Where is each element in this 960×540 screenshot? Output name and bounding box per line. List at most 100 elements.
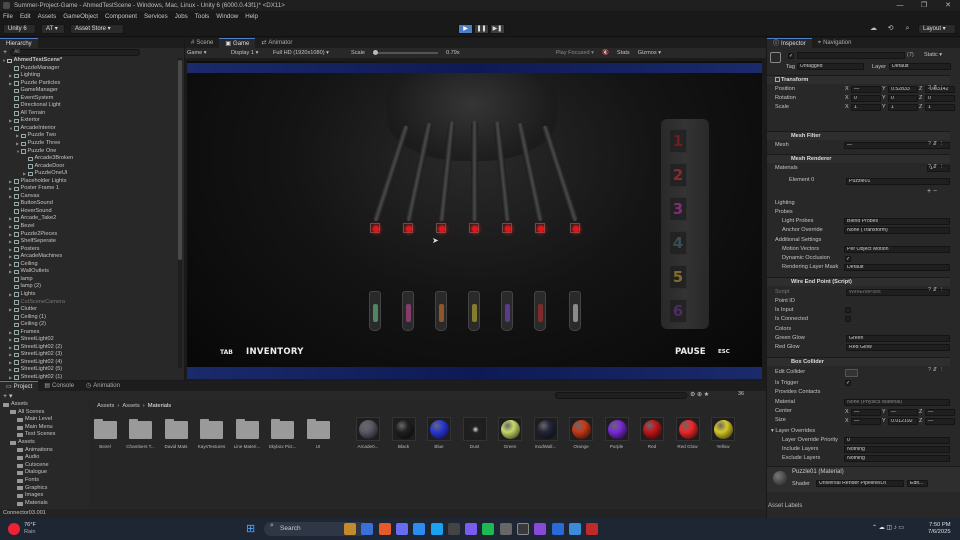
- hierarchy-item[interactable]: lamp: [2, 276, 184, 284]
- transform-pos-x-field[interactable]: —: [851, 86, 881, 93]
- history-icon[interactable]: ⟲: [886, 25, 895, 33]
- project-folder-item[interactable]: Test Scenes: [0, 431, 88, 439]
- material-asset[interactable]: Yellow: [708, 417, 738, 449]
- led-indicator[interactable]: [570, 223, 580, 233]
- led-indicator[interactable]: [436, 223, 446, 233]
- hierarchy-item[interactable]: ▶ StreetLight02 (4): [2, 359, 184, 367]
- is-trigger-checkbox[interactable]: ✓: [845, 380, 851, 386]
- weather-widget[interactable]: 76°F Rain: [24, 522, 36, 536]
- hierarchy-item[interactable]: ▶ Posters: [2, 246, 184, 254]
- layer-overrides-foldout[interactable]: ▾ Layer Overrides: [767, 427, 950, 436]
- is-input-checkbox[interactable]: [845, 307, 851, 313]
- folder-asset[interactable]: Chambers T...: [126, 417, 156, 449]
- edge-icon[interactable]: [361, 523, 374, 535]
- component-menu-icons[interactable]: ? ⇵ ⋮: [928, 367, 945, 373]
- led-indicator[interactable]: [469, 223, 479, 233]
- static-dropdown[interactable]: Static ▾: [924, 52, 942, 58]
- hierarchy-item[interactable]: ▶ Lights: [2, 291, 184, 299]
- transform-scl-x-field[interactable]: 1: [851, 104, 881, 111]
- hierarchy-item[interactable]: Directional Light: [2, 102, 184, 110]
- hierarchy-item[interactable]: ▶ Canvas: [2, 193, 184, 201]
- project-folder-item[interactable]: Animations: [0, 447, 88, 455]
- hierarchy-item[interactable]: ▶ ArcadeMachines: [2, 253, 184, 261]
- hierarchy-item[interactable]: ▶ Puzzle Particles: [2, 80, 184, 88]
- close-button[interactable]: ✕: [936, 0, 960, 11]
- outlook-icon[interactable]: [413, 523, 426, 535]
- resolution-dropdown[interactable]: Full HD (1920x1080) ▾: [273, 50, 343, 56]
- probes-foldout[interactable]: Probes: [767, 208, 950, 217]
- rendering-layer-dropdown[interactable]: Default: [844, 264, 950, 271]
- menu-edit[interactable]: Edit: [20, 13, 31, 20]
- project-folder-item[interactable]: Assets: [0, 439, 88, 447]
- menu-file[interactable]: File: [3, 13, 13, 20]
- menu-component[interactable]: Component: [105, 13, 137, 20]
- collider-size-x-field[interactable]: —: [851, 418, 881, 425]
- hierarchy-item[interactable]: CutSceneCamera: [2, 299, 184, 307]
- folder-asset[interactable]: David Mats: [161, 417, 191, 449]
- breadcrumb-assets[interactable]: Assets: [97, 403, 114, 409]
- play-focused-dropdown[interactable]: Play Focused ▾: [556, 50, 594, 56]
- project-folder-item[interactable]: Fonts: [0, 477, 88, 485]
- material-asset[interactable]: Red: [637, 417, 667, 449]
- hierarchy-item[interactable]: HoverSound: [2, 208, 184, 216]
- filter-icons[interactable]: ⚙ ⊕ ★: [690, 391, 709, 398]
- tab-animator[interactable]: ⇄ Animator: [255, 38, 298, 48]
- wire-plug[interactable]: [435, 291, 447, 331]
- hierarchy-item[interactable]: ▼ Puzzle One: [2, 148, 184, 156]
- taskbar-clock[interactable]: 7:50 PM 7/6/2025: [928, 522, 951, 536]
- spotify-icon[interactable]: [482, 523, 495, 535]
- hierarchy-item[interactable]: All Terrain: [2, 110, 184, 118]
- material-asset[interactable]: Blue: [424, 417, 454, 449]
- hierarchy-item[interactable]: Ceiling (2): [2, 321, 184, 329]
- weather-icon[interactable]: [8, 523, 20, 535]
- hierarchy-item[interactable]: ▶ StreetLight02: [2, 336, 184, 344]
- display-dropdown[interactable]: Display 1 ▾: [231, 50, 265, 56]
- search-icon[interactable]: ⌕: [903, 25, 912, 33]
- game-view[interactable]: 1 2 3 4 5 6 TAB INVENTORY PAUSE ESC ➤: [187, 61, 762, 379]
- box-collider-header[interactable]: Box Collider: [767, 357, 950, 366]
- transform-rot-y-field[interactable]: 0: [888, 95, 918, 102]
- mail-icon[interactable]: [430, 523, 443, 535]
- wire-script-header[interactable]: Wire End Point (Script): [767, 277, 950, 286]
- wire-plug[interactable]: [369, 291, 381, 331]
- mesh-filter-header[interactable]: Mesh Filter: [767, 131, 950, 140]
- folder-asset[interactable]: Skybox Pict...: [268, 417, 298, 449]
- include-layers-dropdown[interactable]: Nothing: [844, 446, 950, 453]
- override-priority-field[interactable]: 0: [844, 437, 950, 444]
- minimize-button[interactable]: —: [888, 0, 912, 11]
- step-button[interactable]: ▶❚: [490, 24, 505, 34]
- teams-icon[interactable]: [568, 523, 581, 535]
- menu-help[interactable]: Help: [245, 13, 258, 20]
- hierarchy-item[interactable]: ▶ PuzzleOneUI: [2, 170, 184, 178]
- hierarchy-item[interactable]: ▶ Poster Frame 1: [2, 185, 184, 193]
- vscode-icon[interactable]: [551, 523, 564, 535]
- file-explorer-icon[interactable]: [344, 523, 356, 535]
- element-material-field[interactable]: Puzzle01: [846, 178, 950, 185]
- transform-scl-y-field[interactable]: 1: [888, 104, 918, 111]
- hierarchy-item[interactable]: ▶ StreetLight02 (2): [2, 344, 184, 352]
- hierarchy-item[interactable]: GameManager: [2, 87, 184, 95]
- asset-store-button[interactable]: Asset Store ▾: [70, 24, 124, 34]
- hierarchy-item[interactable]: ButtonSound: [2, 200, 184, 208]
- tab-game[interactable]: ▣ Game: [219, 38, 256, 48]
- project-folder-item[interactable]: Images: [0, 492, 88, 500]
- component-menu-icons[interactable]: ? ⇵ ⋮: [928, 164, 945, 170]
- project-folder-item[interactable]: All Scenes: [0, 409, 88, 417]
- menu-assets[interactable]: Assets: [38, 13, 57, 20]
- material-asset[interactable]: Orange: [566, 417, 596, 449]
- hierarchy-item[interactable]: PuzzleManager: [2, 65, 184, 73]
- tab-animation[interactable]: ◷ Animation: [80, 381, 126, 391]
- hierarchy-item[interactable]: ▶ Frames: [2, 329, 184, 337]
- component-menu-icons[interactable]: ? ⇵ ⋮: [928, 287, 945, 293]
- layer-dropdown[interactable]: Default: [889, 63, 951, 70]
- terminal-icon[interactable]: [447, 523, 460, 535]
- game-mode-dropdown[interactable]: Game ▾: [187, 50, 223, 56]
- stats-button[interactable]: Stats: [617, 50, 630, 56]
- is-connected-checkbox[interactable]: [845, 316, 851, 322]
- hierarchy-item[interactable]: ▶ Clutter: [2, 306, 184, 314]
- breadcrumb-assets-sub[interactable]: Assets: [122, 403, 139, 409]
- play-button[interactable]: ▶: [458, 24, 473, 34]
- active-checkbox[interactable]: ✓: [788, 53, 794, 59]
- menu-window[interactable]: Window: [216, 13, 238, 20]
- tab-hierarchy[interactable]: Hierarchy: [0, 38, 38, 48]
